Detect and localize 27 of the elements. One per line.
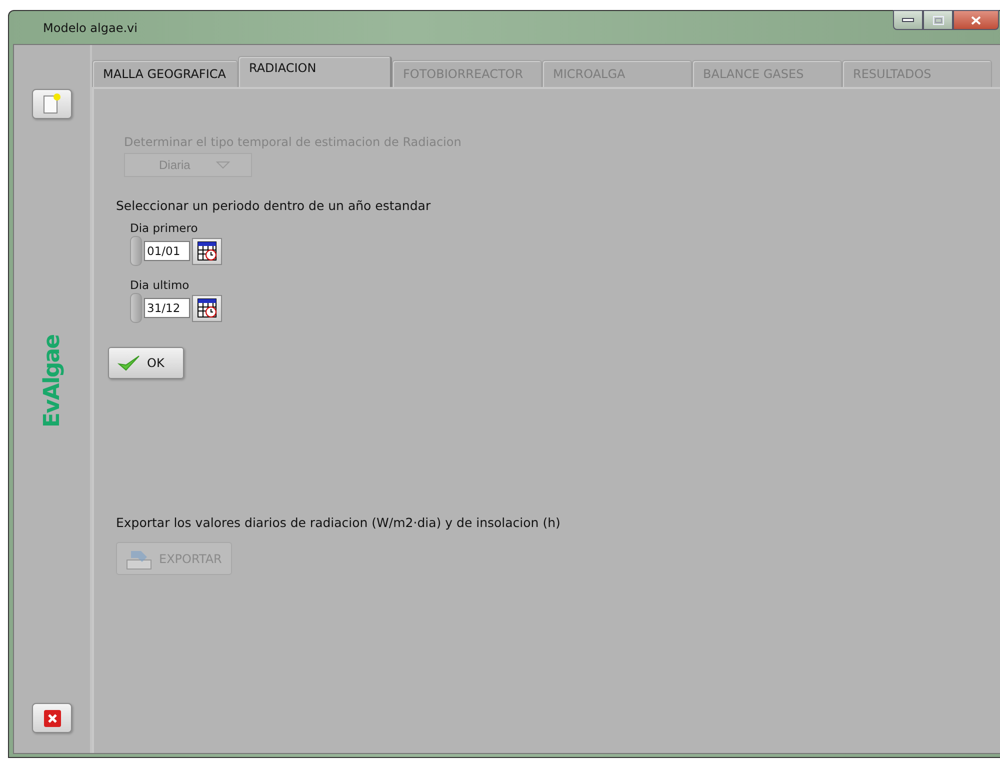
calendar-icon xyxy=(197,298,217,318)
section-heading: Exportar los valores diarios de radiacion (W/m2·dia) y de insolacion (h) xyxy=(116,515,562,530)
close-icon xyxy=(44,710,60,726)
new-document-button[interactable] xyxy=(32,89,72,119)
tab[interactable]: RADIACION xyxy=(238,56,392,87)
minimize-icon xyxy=(902,18,914,22)
exit-button[interactable] xyxy=(32,703,72,733)
field-label: Dia primero xyxy=(130,221,199,235)
close-button[interactable] xyxy=(953,10,999,30)
tab[interactable]: MALLA GEOGRAFICA xyxy=(92,60,238,87)
checkmark-icon xyxy=(117,354,141,372)
app-logo: EvAlgae xyxy=(40,335,64,428)
date-field[interactable]: 31/12 xyxy=(144,298,190,318)
section-heading: Seleccionar un periodo dentro de un año estandar xyxy=(116,198,432,213)
calendar-button[interactable] xyxy=(192,238,222,264)
field-label: Dia ultimo xyxy=(130,278,190,292)
maximize-icon xyxy=(932,16,944,24)
minimize-button[interactable] xyxy=(893,10,923,30)
caret-icon xyxy=(216,161,230,169)
calendar-button[interactable] xyxy=(192,294,222,322)
maximize-button[interactable] xyxy=(923,10,953,30)
ok-button[interactable]: OK xyxy=(108,347,184,379)
calendar-icon xyxy=(197,241,217,261)
date-field[interactable]: 01/01 xyxy=(144,241,190,261)
close-icon xyxy=(971,16,981,24)
document-icon xyxy=(43,93,61,115)
window-title: Modelo algae.vi xyxy=(43,20,138,34)
